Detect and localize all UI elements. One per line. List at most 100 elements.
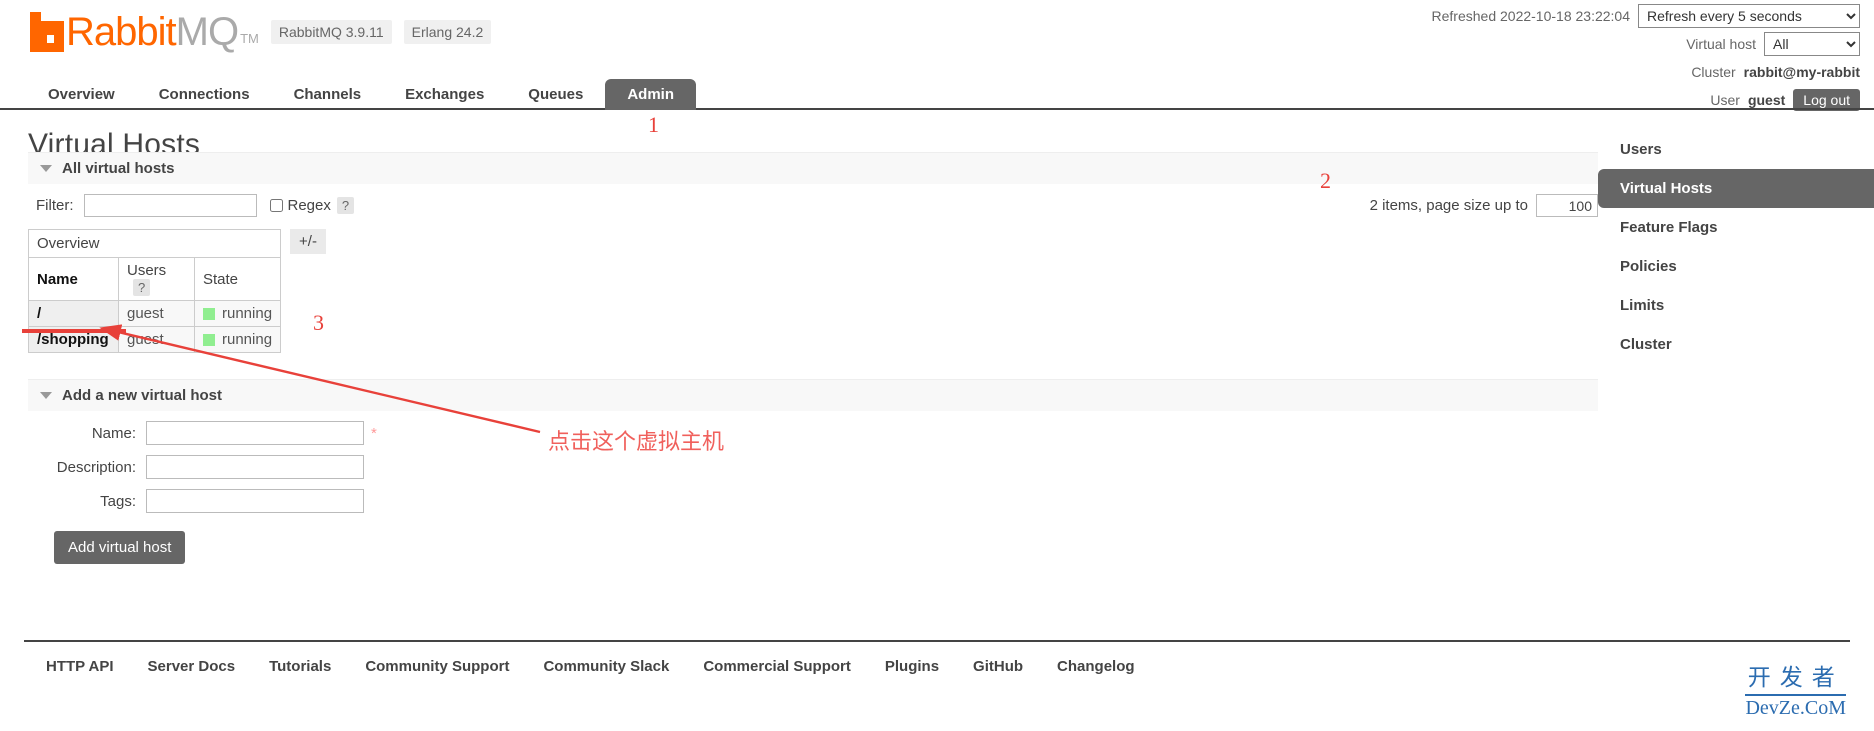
tab-queues[interactable]: Queues xyxy=(506,79,605,110)
refresh-interval-select[interactable]: Refresh every 5 seconds xyxy=(1638,4,1860,28)
filter-input[interactable] xyxy=(83,194,257,217)
footer-link-community-support[interactable]: Community Support xyxy=(365,658,509,675)
column-header-name[interactable]: Name xyxy=(28,257,119,301)
regex-help-icon[interactable]: ? xyxy=(336,197,355,214)
add-vhost-section-title: Add a new virtual host xyxy=(62,387,223,404)
description-label: Description: xyxy=(56,458,136,476)
add-vhost-section-header[interactable]: Add a new virtual host xyxy=(28,379,1598,411)
footer-link-tutorials[interactable]: Tutorials xyxy=(269,658,331,675)
vhosts-table-body: / guest running /shopping guest running xyxy=(28,300,282,353)
annotation-chinese-note: 点击这个虚拟主机 xyxy=(548,430,725,455)
vhost-state-label: running xyxy=(222,305,273,322)
regex-toggle[interactable]: Regex xyxy=(269,197,331,214)
tab-channels[interactable]: Channels xyxy=(272,79,384,110)
admin-sidebar: Users Virtual Hosts Feature Flags Polici… xyxy=(1598,130,1874,364)
nav-tab-list: Overview Connections Channels Exchanges … xyxy=(0,76,1874,110)
vhost-filter-select[interactable]: All xyxy=(1764,32,1860,56)
filter-label: Filter: xyxy=(36,197,74,214)
main-content: Virtual Hosts All virtual hosts Filter: … xyxy=(0,112,1874,564)
footer-link-commercial-support[interactable]: Commercial Support xyxy=(703,658,851,675)
column-header-users[interactable]: Users ? xyxy=(118,257,195,301)
brand-logo[interactable]: RabbitMQ TM RabbitMQ 3.9.11 Erlang 24.2 xyxy=(30,10,492,54)
name-label: Name: xyxy=(91,424,136,442)
state-indicator-icon xyxy=(203,333,215,346)
watermark-english: DevZe.CoM xyxy=(1745,694,1846,720)
add-vhost-section: Add a new virtual host Name: * Descripti… xyxy=(28,379,1598,564)
add-virtual-host-button[interactable]: Add virtual host xyxy=(54,531,186,564)
name-input[interactable] xyxy=(146,421,364,445)
regex-label: Regex xyxy=(287,197,331,214)
footer-link-github[interactable]: GitHub xyxy=(973,658,1023,675)
vhost-row: Virtual host All xyxy=(1432,32,1860,56)
vhost-users-cell: guest xyxy=(118,326,195,353)
footer-link-server-docs[interactable]: Server Docs xyxy=(148,658,236,675)
refreshed-timestamp: Refreshed 2022-10-18 23:22:04 xyxy=(1431,8,1630,24)
vhost-name-link[interactable]: / xyxy=(28,300,119,327)
pager-info: 2 items, page size up to xyxy=(1370,194,1598,217)
tags-label: Tags: xyxy=(100,492,136,510)
description-input[interactable] xyxy=(146,455,364,479)
regex-checkbox[interactable] xyxy=(269,199,283,212)
tags-input[interactable] xyxy=(146,489,364,513)
tab-overview[interactable]: Overview xyxy=(26,79,137,110)
table-header-row: Name Users ? State xyxy=(28,257,282,301)
refresh-row: Refreshed 2022-10-18 23:22:04 Refresh ev… xyxy=(1432,4,1860,28)
brand-wordmark: RabbitMQ xyxy=(66,10,239,54)
rabbitmq-logo-icon xyxy=(30,12,64,52)
toggle-columns-button[interactable]: +/- xyxy=(290,229,326,254)
rabbitmq-management-page: RabbitMQ TM RabbitMQ 3.9.11 Erlang 24.2 … xyxy=(0,0,1874,731)
erlang-version-badge: Erlang 24.2 xyxy=(403,20,492,44)
name-field-row: Name: * xyxy=(28,421,1598,445)
page-footer: HTTP API Server Docs Tutorials Community… xyxy=(0,640,1874,675)
vhosts-table: Overview Name Users ? State / guest runn… xyxy=(27,229,282,353)
sidebar-item-policies[interactable]: Policies xyxy=(1598,247,1874,286)
vhosts-table-wrap: Overview Name Users ? State / guest runn… xyxy=(27,229,1598,353)
main-navigation: Overview Connections Channels Exchanges … xyxy=(0,76,1874,110)
items-count-text: 2 items, page size up to xyxy=(1369,197,1528,214)
rabbitmq-version-badge: RabbitMQ 3.9.11 xyxy=(270,20,392,44)
footer-link-community-slack[interactable]: Community Slack xyxy=(543,658,669,675)
vhost-state-label: running xyxy=(222,331,273,348)
column-header-state[interactable]: State xyxy=(193,257,282,301)
tags-field-row: Tags: xyxy=(28,489,1598,513)
collapse-triangle-icon[interactable] xyxy=(40,165,52,172)
table-group-header-row: Overview xyxy=(27,229,282,258)
state-indicator-icon xyxy=(203,307,215,320)
filter-row: Filter: Regex ? 2 items, page size up to xyxy=(28,184,1598,225)
sidebar-item-cluster[interactable]: Cluster xyxy=(1598,325,1874,364)
users-help-icon[interactable]: ? xyxy=(133,279,151,296)
footer-link-http-api[interactable]: HTTP API xyxy=(46,658,114,675)
vhost-users-cell: guest xyxy=(118,300,195,327)
sidebar-item-virtual-hosts[interactable]: Virtual Hosts xyxy=(1598,169,1874,208)
footer-link-list: HTTP API Server Docs Tutorials Community… xyxy=(0,642,1874,675)
sidebar-item-users[interactable]: Users xyxy=(1598,130,1874,169)
vhosts-content-column: All virtual hosts Filter: Regex ? 2 item… xyxy=(27,152,1598,564)
tab-exchanges[interactable]: Exchanges xyxy=(383,79,506,110)
all-vhosts-section-title: All virtual hosts xyxy=(62,160,175,177)
annotation-marker-2: 2 xyxy=(1320,168,1331,193)
vhost-state-cell: running xyxy=(193,300,282,327)
table-group-overview-label: Overview xyxy=(27,229,282,258)
footer-link-changelog[interactable]: Changelog xyxy=(1057,658,1135,675)
vhost-state-cell: running xyxy=(193,326,282,353)
description-field-row: Description: xyxy=(28,455,1598,479)
tab-admin[interactable]: Admin xyxy=(605,79,696,110)
annotation-marker-3: 3 xyxy=(313,310,324,335)
brand-mq-text: MQ xyxy=(175,10,239,54)
sidebar-item-limits[interactable]: Limits xyxy=(1598,286,1874,325)
all-vhosts-section-header[interactable]: All virtual hosts xyxy=(28,152,1598,184)
site-watermark: 开发者 DevZe.CoM xyxy=(1745,658,1846,720)
sidebar-item-feature-flags[interactable]: Feature Flags xyxy=(1598,208,1874,247)
table-row[interactable]: / guest running xyxy=(28,300,282,327)
vhost-filter-label: Virtual host xyxy=(1686,36,1756,52)
page-size-input[interactable] xyxy=(1536,194,1598,217)
annotation-marker-1: 1 xyxy=(648,112,659,137)
footer-link-plugins[interactable]: Plugins xyxy=(885,658,939,675)
annotation-underline xyxy=(22,329,126,333)
page-header: RabbitMQ TM RabbitMQ 3.9.11 Erlang 24.2 … xyxy=(0,0,1874,111)
column-users-label: Users xyxy=(127,262,167,279)
required-marker: * xyxy=(371,424,377,442)
tab-connections[interactable]: Connections xyxy=(137,79,272,110)
brand-rabbit-text: Rabbit xyxy=(66,10,177,54)
collapse-triangle-icon[interactable] xyxy=(40,392,52,399)
